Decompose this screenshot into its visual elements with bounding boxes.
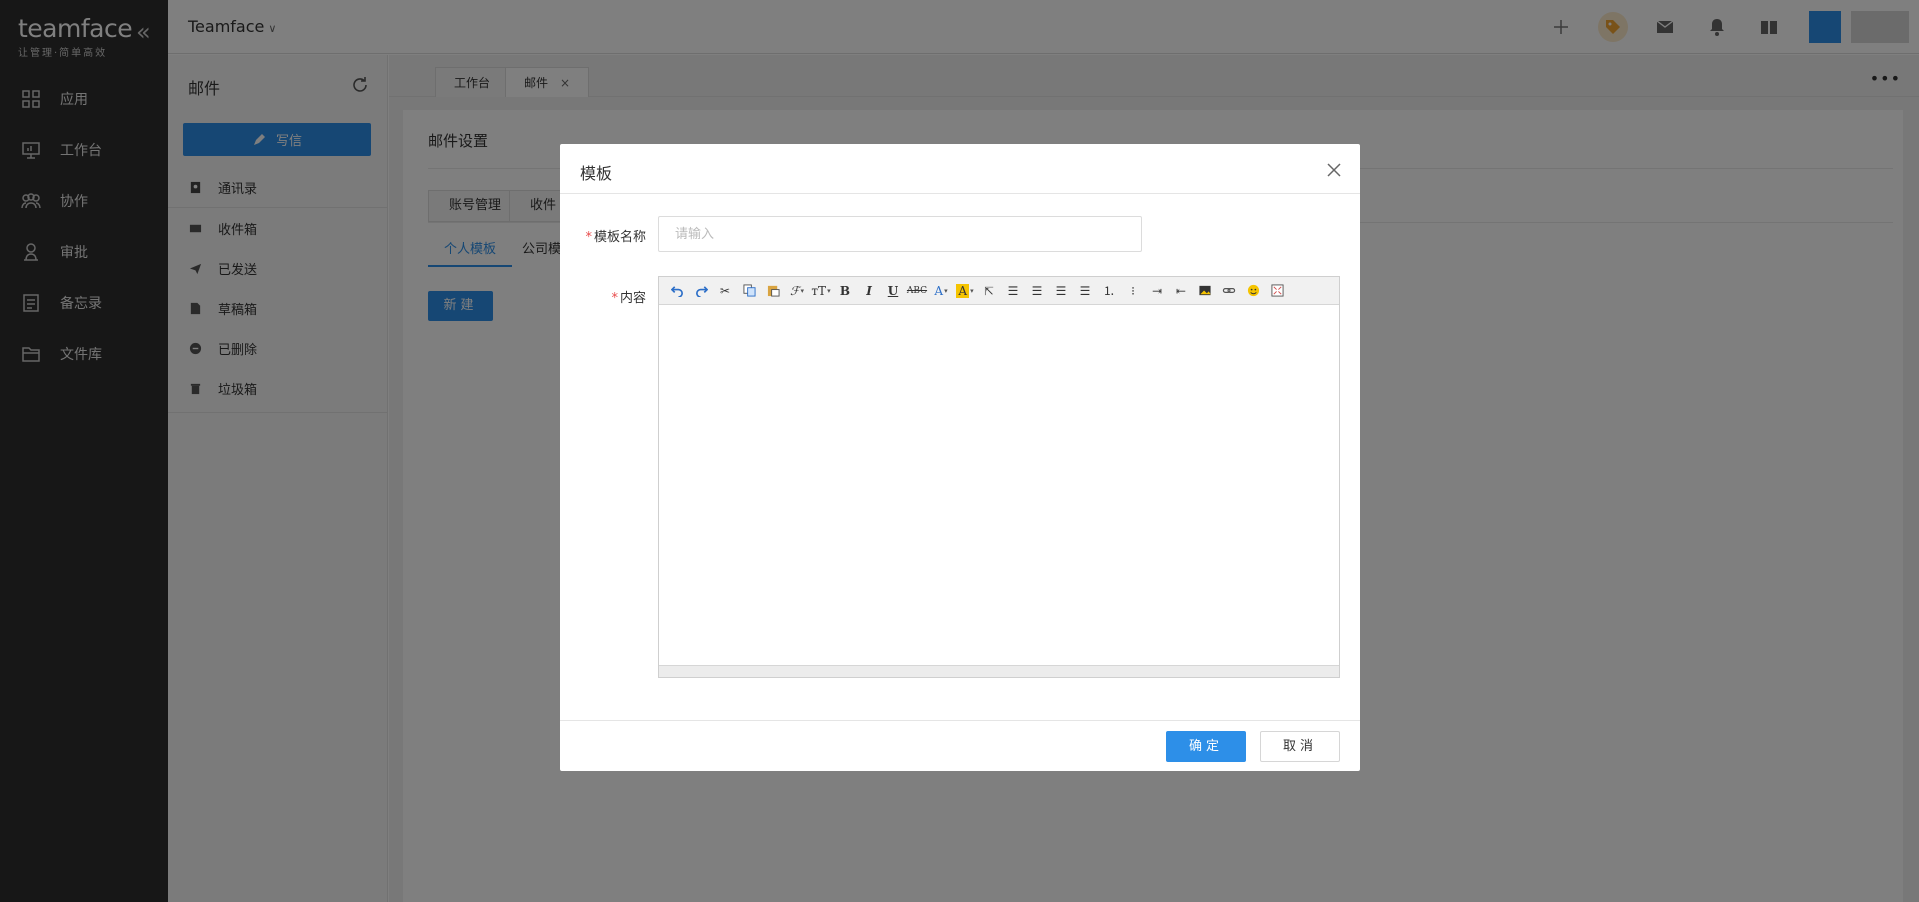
cut-icon[interactable]: ✂ [713,280,737,302]
template-dialog: 模板 *模板名称 *内容 ✂ ℱ тT B I U ABC A A ⇱ ☰ ☰ … [560,144,1360,771]
image-icon[interactable] [1193,280,1217,302]
highlight-color-icon[interactable]: A [953,280,977,302]
align-right-icon[interactable]: ☰ [1049,280,1073,302]
align-center-icon[interactable]: ☰ [1025,280,1049,302]
redo-icon[interactable] [689,280,713,302]
ordered-list-icon[interactable]: ⒈ [1097,280,1121,302]
outdent-icon[interactable]: ⇤ [1169,280,1193,302]
template-name-input[interactable] [658,216,1142,252]
font-size-icon[interactable]: тT [809,280,833,302]
copy-icon[interactable] [737,280,761,302]
unordered-list-icon[interactable]: ⁝ [1121,280,1145,302]
rich-text-editor: ✂ ℱ тT B I U ABC A A ⇱ ☰ ☰ ☰ ☰ ⒈ ⁝ ⇥ ⇤ [658,276,1340,678]
editor-toolbar: ✂ ℱ тT B I U ABC A A ⇱ ☰ ☰ ☰ ☰ ⒈ ⁝ ⇥ ⇤ [659,277,1339,305]
editor-status-bar [659,665,1339,677]
italic-icon[interactable]: I [857,280,881,302]
emoji-icon[interactable] [1241,280,1265,302]
undo-icon[interactable] [665,280,689,302]
underline-icon[interactable]: U [881,280,905,302]
link-icon[interactable] [1217,280,1241,302]
fullscreen-icon[interactable] [1265,280,1289,302]
content-label: * 内容 [611,291,646,306]
dialog-title: 模板 [580,164,613,183]
font-color-icon[interactable]: A [929,280,953,302]
dialog-footer: 确定 取消 [560,720,1360,771]
bold-icon[interactable]: B [833,280,857,302]
font-family-icon[interactable]: ℱ [785,280,809,302]
cancel-button[interactable]: 取消 [1260,731,1340,762]
confirm-button[interactable]: 确定 [1166,731,1246,762]
name-label: * 模板名称 [585,230,646,245]
justify-icon[interactable]: ☰ [1073,280,1097,302]
select-all-icon[interactable]: ⇱ [977,280,1001,302]
close-icon[interactable] [1326,162,1342,178]
indent-icon[interactable]: ⇥ [1145,280,1169,302]
editor-content-area[interactable] [659,305,1339,665]
paste-icon[interactable] [761,280,785,302]
strikethrough-icon[interactable]: ABC [905,280,929,302]
align-left-icon[interactable]: ☰ [1001,280,1025,302]
